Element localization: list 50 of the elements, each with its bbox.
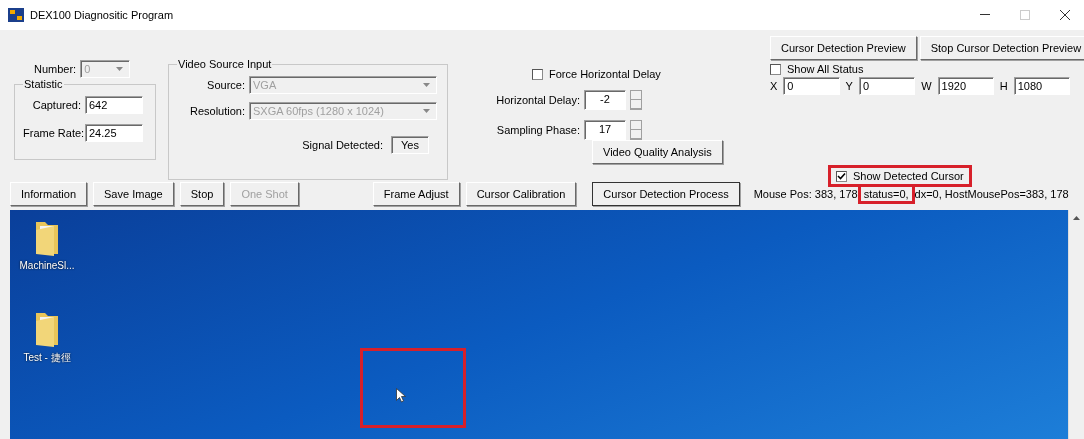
checkbox[interactable] <box>836 170 847 182</box>
status-text: Mouse Pos: 383, 178 <box>753 188 858 200</box>
video-quality-button[interactable]: Video Quality Analysis <box>592 140 723 164</box>
readout-field: 24.25 <box>85 124 143 142</box>
checkbox-label: Show All Status <box>787 63 864 75</box>
field-label: X <box>770 80 778 92</box>
field-label: Sampling Phase: <box>495 124 580 136</box>
minimize-icon[interactable] <box>980 14 990 16</box>
dropdown-arrow-icon <box>422 109 430 113</box>
checkbox[interactable] <box>532 68 543 80</box>
checkbox-label: Force Horizontal Delay <box>549 68 661 80</box>
mouse-pointer-icon <box>396 388 406 403</box>
readout-field: Yes <box>391 136 429 154</box>
desktop-icon-label: MachineSl... <box>19 260 75 271</box>
checkbox[interactable] <box>770 63 781 75</box>
toolbar-button[interactable]: Save Image <box>93 182 174 206</box>
field-label: Signal Detected: <box>302 139 383 151</box>
status-text: dx=0, HostMousePos=383, 178 <box>914 188 1069 200</box>
input-field[interactable]: 0 <box>858 77 916 95</box>
toolbar-button[interactable]: Frame Adjust <box>372 182 460 206</box>
field-label: Y <box>845 80 853 92</box>
preview-button[interactable]: Stop Cursor Detection Preview <box>919 36 1084 60</box>
number-field[interactable]: -2 <box>584 90 626 110</box>
field-label: W <box>921 80 932 92</box>
close-icon[interactable] <box>1060 10 1070 20</box>
field-label: Horizontal Delay: <box>495 94 580 106</box>
group-title: Video Source Input <box>177 58 273 70</box>
field-label: Number: <box>34 63 77 75</box>
toolbar-button[interactable]: Stop <box>179 182 225 206</box>
preview-button[interactable]: Cursor Detection Preview <box>770 36 917 60</box>
toolbar-button[interactable]: Cursor Detection Process <box>592 182 740 206</box>
checkbox-label: Show Detected Cursor <box>853 170 964 182</box>
field-label: Resolution: <box>188 105 245 117</box>
group-title: Statistic <box>23 78 64 90</box>
input-field[interactable]: 0 <box>783 77 840 95</box>
readout-field: 642 <box>85 96 143 114</box>
dropdown-arrow-icon <box>422 83 430 87</box>
field-label: Frame Rate: <box>23 127 81 139</box>
dropdown-arrow-icon <box>115 67 123 71</box>
input-field[interactable]: 1920 <box>937 77 994 95</box>
window-title: DEX100 Diagnositic Program <box>30 9 174 21</box>
toolbar-button[interactable]: Information <box>10 182 88 206</box>
input-field[interactable]: 1080 <box>1013 77 1070 95</box>
field-label: H <box>999 80 1008 92</box>
app-logo-icon <box>8 8 24 22</box>
number-field[interactable]: 17 <box>584 120 626 140</box>
desktop-icon-label: Test - 捷徑 <box>23 351 71 365</box>
field-label: Captured: <box>31 99 81 111</box>
toolbar-button[interactable]: Cursor Calibration <box>465 182 577 206</box>
field-label: Source: <box>206 79 245 91</box>
